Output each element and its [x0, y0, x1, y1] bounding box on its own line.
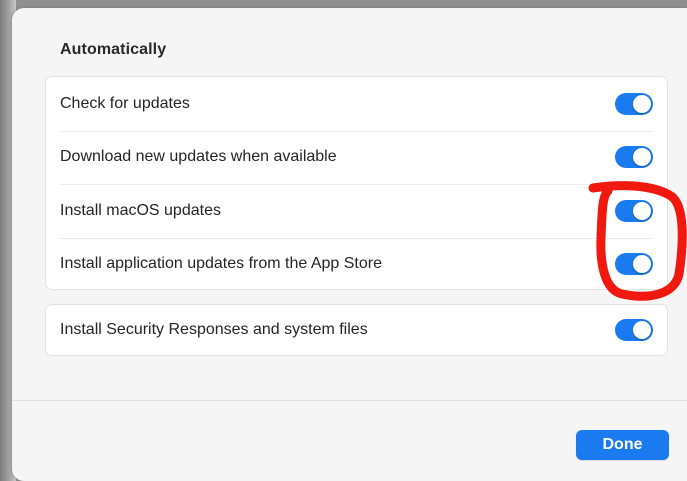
toggle-knob — [633, 201, 651, 220]
row-label: Install macOS updates — [60, 201, 221, 219]
install-macos-updates-toggle[interactable] — [615, 199, 653, 222]
row-label: Check for updates — [60, 94, 190, 112]
footer-divider — [12, 400, 687, 401]
toggle-knob — [633, 94, 651, 113]
row-security-responses: Install Security Responses and system fi… — [46, 305, 667, 355]
toggle-knob — [633, 255, 651, 274]
row-download-updates: Download new updates when available — [46, 130, 667, 185]
toggle-knob — [633, 148, 651, 167]
install-app-updates-toggle[interactable] — [615, 253, 653, 276]
row-install-app-updates: Install application updates from the App… — [46, 237, 667, 292]
row-label: Install Security Responses and system fi… — [60, 321, 368, 338]
security-responses-toggle[interactable] — [615, 319, 653, 341]
automatic-updates-sheet: Automatically Check for updates Download… — [12, 8, 687, 481]
done-button[interactable]: Done — [576, 430, 669, 460]
row-install-macos-updates: Install macOS updates — [46, 184, 667, 238]
section-title: Automatically — [60, 41, 167, 58]
download-updates-toggle[interactable] — [615, 146, 653, 169]
check-for-updates-toggle[interactable] — [615, 92, 653, 115]
row-check-for-updates: Check for updates — [46, 77, 667, 131]
row-label: Install application updates from the App… — [60, 255, 382, 273]
row-label: Download new updates when available — [60, 148, 337, 166]
toggle-knob — [633, 321, 651, 339]
automatic-updates-group: Check for updates Download new updates w… — [45, 76, 668, 290]
security-responses-group: Install Security Responses and system fi… — [45, 304, 668, 356]
